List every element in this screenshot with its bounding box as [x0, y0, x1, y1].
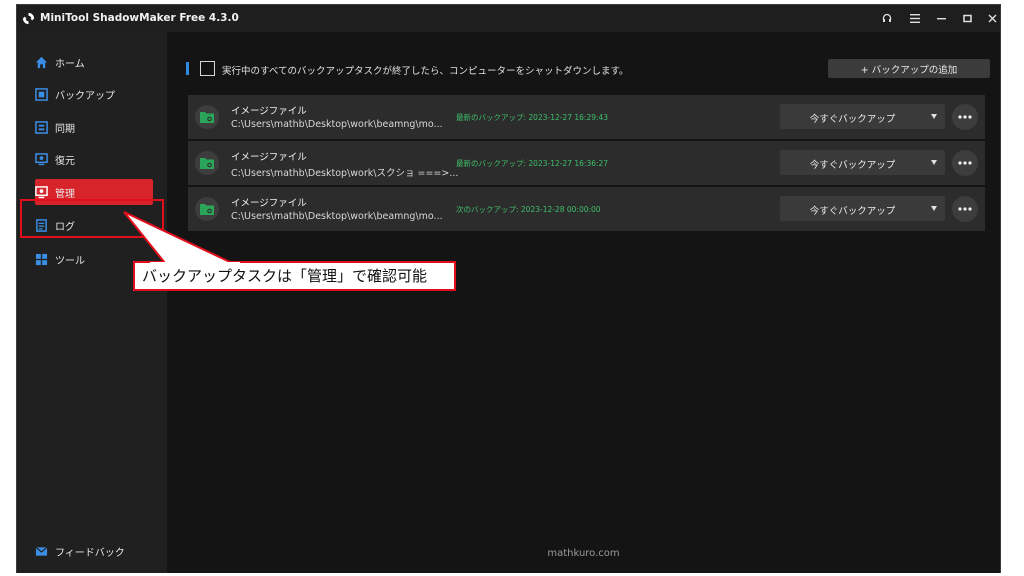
- minimize-icon: [936, 17, 946, 19]
- sidebar-item-label: 管理: [55, 188, 75, 200]
- task-name: イメージファイル: [231, 198, 307, 209]
- home-icon: [35, 56, 48, 68]
- app-logo-icon: [22, 12, 35, 25]
- sidebar-item-label: ツール: [55, 255, 85, 267]
- watermark: mathkuro.com: [547, 548, 620, 559]
- task-status: 次のバックアップ: 2023-12-28 00:00:00: [456, 205, 601, 214]
- task-path: C:\Users\mathb\Desktop\work\スクショ ===>...: [231, 168, 459, 179]
- backup-now-label: 今すぐバックアップ: [809, 160, 896, 171]
- menu-icon: [910, 13, 920, 23]
- sidebar-item-restore[interactable]: 復元: [35, 146, 153, 172]
- title-bar: MiniTool ShadowMaker Free 4.3.0: [17, 5, 1000, 32]
- headset-icon: [882, 13, 892, 22]
- more-icon: [958, 161, 972, 165]
- sidebar: ホーム バックアップ 同期 復元 管理 ログ ツール フィードバック: [17, 32, 167, 573]
- shutdown-label: 実行中のすべてのバックアップタスクが終了したら、コンピューターをシャットダウンし…: [222, 66, 629, 77]
- feedback-label: フィードバック: [55, 547, 125, 559]
- headset-button[interactable]: [878, 10, 896, 26]
- task-path: C:\Users\mathb\Desktop\work\beamng\mo...: [231, 211, 443, 222]
- backup-now-button[interactable]: 今すぐバックアップ: [780, 196, 945, 221]
- shutdown-checkbox[interactable]: [200, 61, 215, 76]
- more-options-button[interactable]: [952, 196, 978, 222]
- menu-button[interactable]: [906, 10, 924, 26]
- backup-now-label: 今すぐバックアップ: [809, 206, 896, 217]
- task-row[interactable]: イメージファイル C:\Users\mathb\Desktop\work\スクシ…: [188, 141, 985, 185]
- accent-bar: [186, 62, 189, 75]
- minimize-button[interactable]: [932, 10, 950, 26]
- mail-icon: [35, 546, 48, 556]
- more-options-button[interactable]: [952, 104, 978, 130]
- more-options-button[interactable]: [952, 150, 978, 176]
- maximize-button[interactable]: [958, 10, 976, 26]
- task-name: イメージファイル: [231, 152, 307, 163]
- task-path: C:\Users\mathb\Desktop\work\beamng\mo...: [231, 119, 443, 130]
- image-file-icon: [195, 197, 219, 221]
- task-status: 最新のバックアップ: 2023-12-27 16:36:27: [456, 159, 609, 168]
- sidebar-item-label: 同期: [55, 123, 75, 135]
- sidebar-item-label: 復元: [55, 155, 75, 167]
- image-file-icon: [195, 151, 219, 175]
- restore-icon: [35, 152, 48, 165]
- more-icon: [958, 207, 972, 211]
- sidebar-item-sync[interactable]: 同期: [35, 114, 153, 140]
- backup-icon: [35, 87, 48, 101]
- image-file-icon: [195, 105, 219, 129]
- dropdown-arrow-icon[interactable]: [931, 114, 937, 119]
- feedback-button[interactable]: フィードバック: [35, 538, 153, 564]
- backup-now-button[interactable]: 今すぐバックアップ: [780, 104, 945, 129]
- annotation-highlight-box: [20, 199, 164, 238]
- sidebar-item-backup[interactable]: バックアップ: [35, 81, 153, 107]
- task-status: 最新のバックアップ: 2023-12-27 16:29:43: [456, 113, 609, 122]
- manage-icon: [35, 185, 48, 198]
- annotation-text: バックアップタスクは「管理」で確認可能: [142, 266, 428, 285]
- task-name: イメージファイル: [231, 106, 307, 117]
- backup-now-button[interactable]: 今すぐバックアップ: [780, 150, 945, 175]
- maximize-icon: [962, 14, 972, 22]
- task-row[interactable]: イメージファイル C:\Users\mathb\Desktop\work\bea…: [188, 95, 985, 139]
- sidebar-item-label: ホーム: [55, 58, 85, 70]
- tools-icon: [35, 253, 48, 265]
- dropdown-arrow-icon[interactable]: [931, 160, 937, 165]
- more-icon: [958, 115, 972, 119]
- window-title: MiniTool ShadowMaker Free 4.3.0: [40, 12, 239, 24]
- close-icon: [988, 14, 996, 22]
- sidebar-item-home[interactable]: ホーム: [35, 49, 153, 75]
- app-window: MiniTool ShadowMaker Free 4.3.0 ホーム バックア…: [16, 4, 1001, 573]
- sidebar-item-label: バックアップ: [55, 90, 115, 102]
- main-panel: 実行中のすべてのバックアップタスクが終了したら、コンピューターをシャットダウンし…: [167, 32, 1000, 573]
- backup-now-label: 今すぐバックアップ: [809, 114, 896, 125]
- task-row[interactable]: イメージファイル C:\Users\mathb\Desktop\work\bea…: [188, 187, 985, 231]
- dropdown-arrow-icon[interactable]: [931, 206, 937, 211]
- add-backup-button[interactable]: + バックアップの追加: [828, 59, 990, 78]
- sync-icon: [35, 120, 48, 134]
- close-button[interactable]: [983, 10, 1001, 26]
